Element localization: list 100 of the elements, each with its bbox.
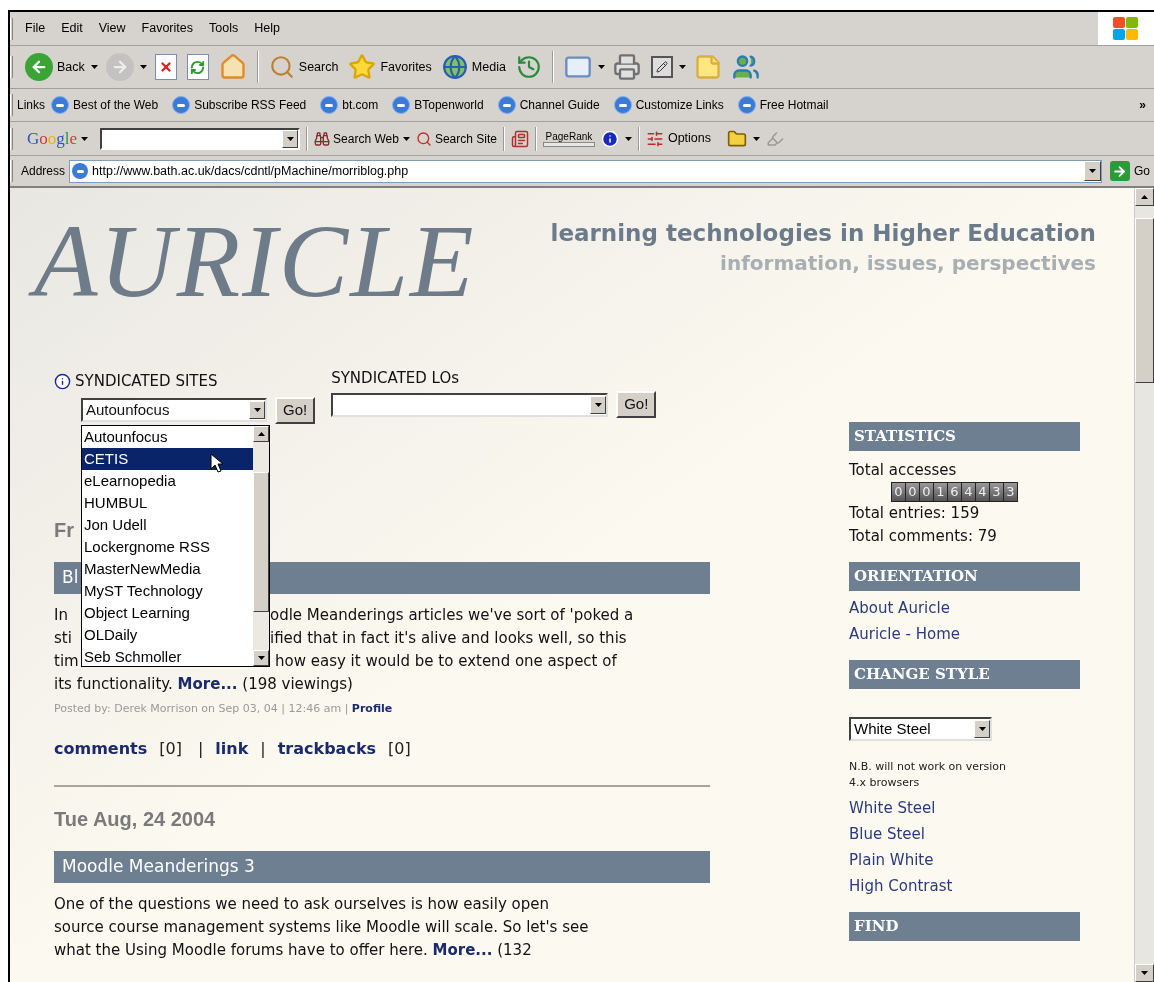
link-item[interactable]: Subscribe RSS Feed <box>172 96 307 114</box>
field-label: SYNDICATED LOs <box>331 370 461 387</box>
sidebar-link[interactable]: Plain White <box>849 849 934 872</box>
address-field[interactable]: http://www.bath.ac.uk/dacs/cdntl/pMachine/morriblog.php <box>69 159 1102 183</box>
stop-icon <box>154 54 177 80</box>
dropdown-option[interactable]: HUMBUL <box>82 492 253 514</box>
menu-item[interactable]: View <box>90 19 134 38</box>
scroll-thumb[interactable] <box>1135 218 1154 383</box>
back-button[interactable]: Back <box>23 53 87 81</box>
sidebar-link[interactable]: About Auricle <box>849 597 950 620</box>
down-arrow-icon <box>1141 971 1148 975</box>
menu-item[interactable]: Tools <box>201 19 247 38</box>
search-icon <box>268 54 295 80</box>
section-heading: FIND <box>849 912 1080 941</box>
options-button[interactable]: Options <box>645 129 711 148</box>
dropdown-option[interactable]: eLearnopedia <box>82 470 253 492</box>
scroll-down-button[interactable] <box>1135 964 1154 982</box>
refresh-button[interactable] <box>184 54 211 80</box>
post-date: Fr <box>54 517 74 542</box>
down-arrow-icon <box>257 656 265 660</box>
link-item[interactable]: BTopenworld <box>392 96 484 114</box>
options-icon <box>645 129 664 148</box>
scroll-thumb[interactable] <box>253 472 269 612</box>
link-item[interactable]: Channel Guide <box>497 96 600 114</box>
post-action-text: | <box>197 738 204 760</box>
post-excerpt: its functionality. More... (198 viewings) <box>54 673 354 695</box>
site-logo: AURICLE <box>30 196 500 326</box>
scroll-down-button[interactable] <box>253 650 269 666</box>
dropdown-option[interactable]: Lockergnome RSS <box>82 536 253 558</box>
links-label: Links <box>17 97 45 114</box>
up-arrow-icon <box>257 432 265 436</box>
link-item[interactable]: Best of the Web <box>51 96 159 114</box>
link-item[interactable]: bt.com <box>320 96 379 114</box>
link-item[interactable]: Free Hotmail <box>737 96 829 114</box>
post-action-text: [0] <box>159 738 182 760</box>
media-button[interactable]: Media <box>439 54 508 80</box>
sidebar-link[interactable]: High Contrast <box>849 875 953 898</box>
menu-item[interactable]: File <box>17 19 54 38</box>
home-icon <box>218 53 247 81</box>
dropdown-option[interactable]: CETIS <box>82 448 253 470</box>
post-action-link[interactable]: trackbacks <box>277 737 377 761</box>
dropdown-option[interactable]: MasterNewMedia <box>82 558 253 580</box>
cursor-icon <box>210 453 224 473</box>
sidebar-link[interactable]: White Steel <box>849 797 936 820</box>
go-button[interactable]: Go! <box>616 391 657 418</box>
refresh-icon <box>186 54 209 80</box>
people-icon <box>731 53 760 81</box>
search-button[interactable]: Search Web <box>314 129 399 148</box>
address-label: Address <box>21 163 66 180</box>
dropdown-option[interactable]: OLDaily <box>82 624 253 646</box>
hit-counter: 0 0 0 1 6 4 4 3 3 <box>891 482 1018 502</box>
stop-button[interactable] <box>152 54 179 80</box>
dropdown-option[interactable]: Seb Schmoller <box>82 646 253 668</box>
dropdown-option[interactable]: Autounfocus <box>82 426 253 448</box>
link-item[interactable]: Customize Links <box>613 96 724 114</box>
profile-link[interactable]: Profile <box>351 701 393 715</box>
dropdown-option[interactable]: Jon Udell <box>82 514 253 536</box>
site-tagline: learning technologies in Higher Education <box>550 219 1096 248</box>
google-search-field[interactable] <box>100 127 301 150</box>
info-icon[interactable] <box>54 372 71 390</box>
go-button[interactable]: Go <box>1106 161 1154 181</box>
post-action-link[interactable]: link <box>215 737 249 761</box>
post-title-bar[interactable]: Moodle Meanderings 3 <box>54 851 710 883</box>
go-button[interactable]: Go! <box>275 396 316 424</box>
post-text-fragment: odle Meanderings articles we've sort of 'poked a <box>270 604 634 626</box>
search-button[interactable]: Search Site <box>415 129 497 148</box>
favorites-button[interactable]: Favorites <box>346 53 434 81</box>
post-meta: Posted by: Derek Morrison on Sep 03, 04 | 12:46 am | Profile <box>54 700 394 717</box>
sidebar-link[interactable]: Auricle - Home <box>849 623 960 646</box>
post-text-fragment: how easy it would be to extend one aspect of <box>275 650 617 672</box>
scroll-up-button[interactable] <box>1135 188 1154 206</box>
globe-icon <box>441 54 468 80</box>
menu-item[interactable]: Edit <box>53 19 91 38</box>
pagerank-meter: PageRank <box>542 130 595 147</box>
edit-button[interactable] <box>648 56 675 78</box>
caret-icon <box>624 136 632 141</box>
los-select[interactable] <box>331 392 609 417</box>
google-menu-button[interactable]: Google <box>27 125 89 152</box>
post-text-fragment: tim <box>54 651 79 670</box>
section-heading: ORIENTATION <box>849 562 1080 591</box>
more-links-chevron[interactable]: » <box>1139 96 1146 114</box>
folder-icon[interactable] <box>727 128 747 149</box>
binoculars-icon <box>314 130 331 147</box>
more-link[interactable]: More... <box>432 941 493 959</box>
more-link[interactable]: More... <box>177 674 238 693</box>
style-select[interactable]: White Steel <box>849 717 992 741</box>
section-heading: CHANGE STYLE <box>849 660 1080 689</box>
post-excerpt: One of the questions we need to ask ourselves is how easily open source course management systems like Moodle will scale. So let's see what the Using Moodle forums have to offer here. More... (132 <box>54 894 590 961</box>
menu-item[interactable]: Help <box>246 19 288 38</box>
scroll-up-button[interactable] <box>253 426 269 442</box>
search-button[interactable]: Search <box>266 54 341 80</box>
sidebar-link[interactable]: Blue Steel <box>849 823 925 846</box>
news-icon[interactable] <box>510 129 529 148</box>
post-date: Tue Aug, 24 2004 <box>54 807 216 831</box>
post-text-fragment: sti <box>54 628 72 647</box>
post-action-link[interactable]: comments <box>54 737 148 761</box>
menu-item[interactable]: Favorites <box>133 19 201 38</box>
dropdown-option[interactable]: Object Learning <box>82 602 253 624</box>
field-label: SYNDICATED SITES <box>75 371 218 392</box>
sites-select[interactable]: Autounfocus <box>81 398 267 422</box>
